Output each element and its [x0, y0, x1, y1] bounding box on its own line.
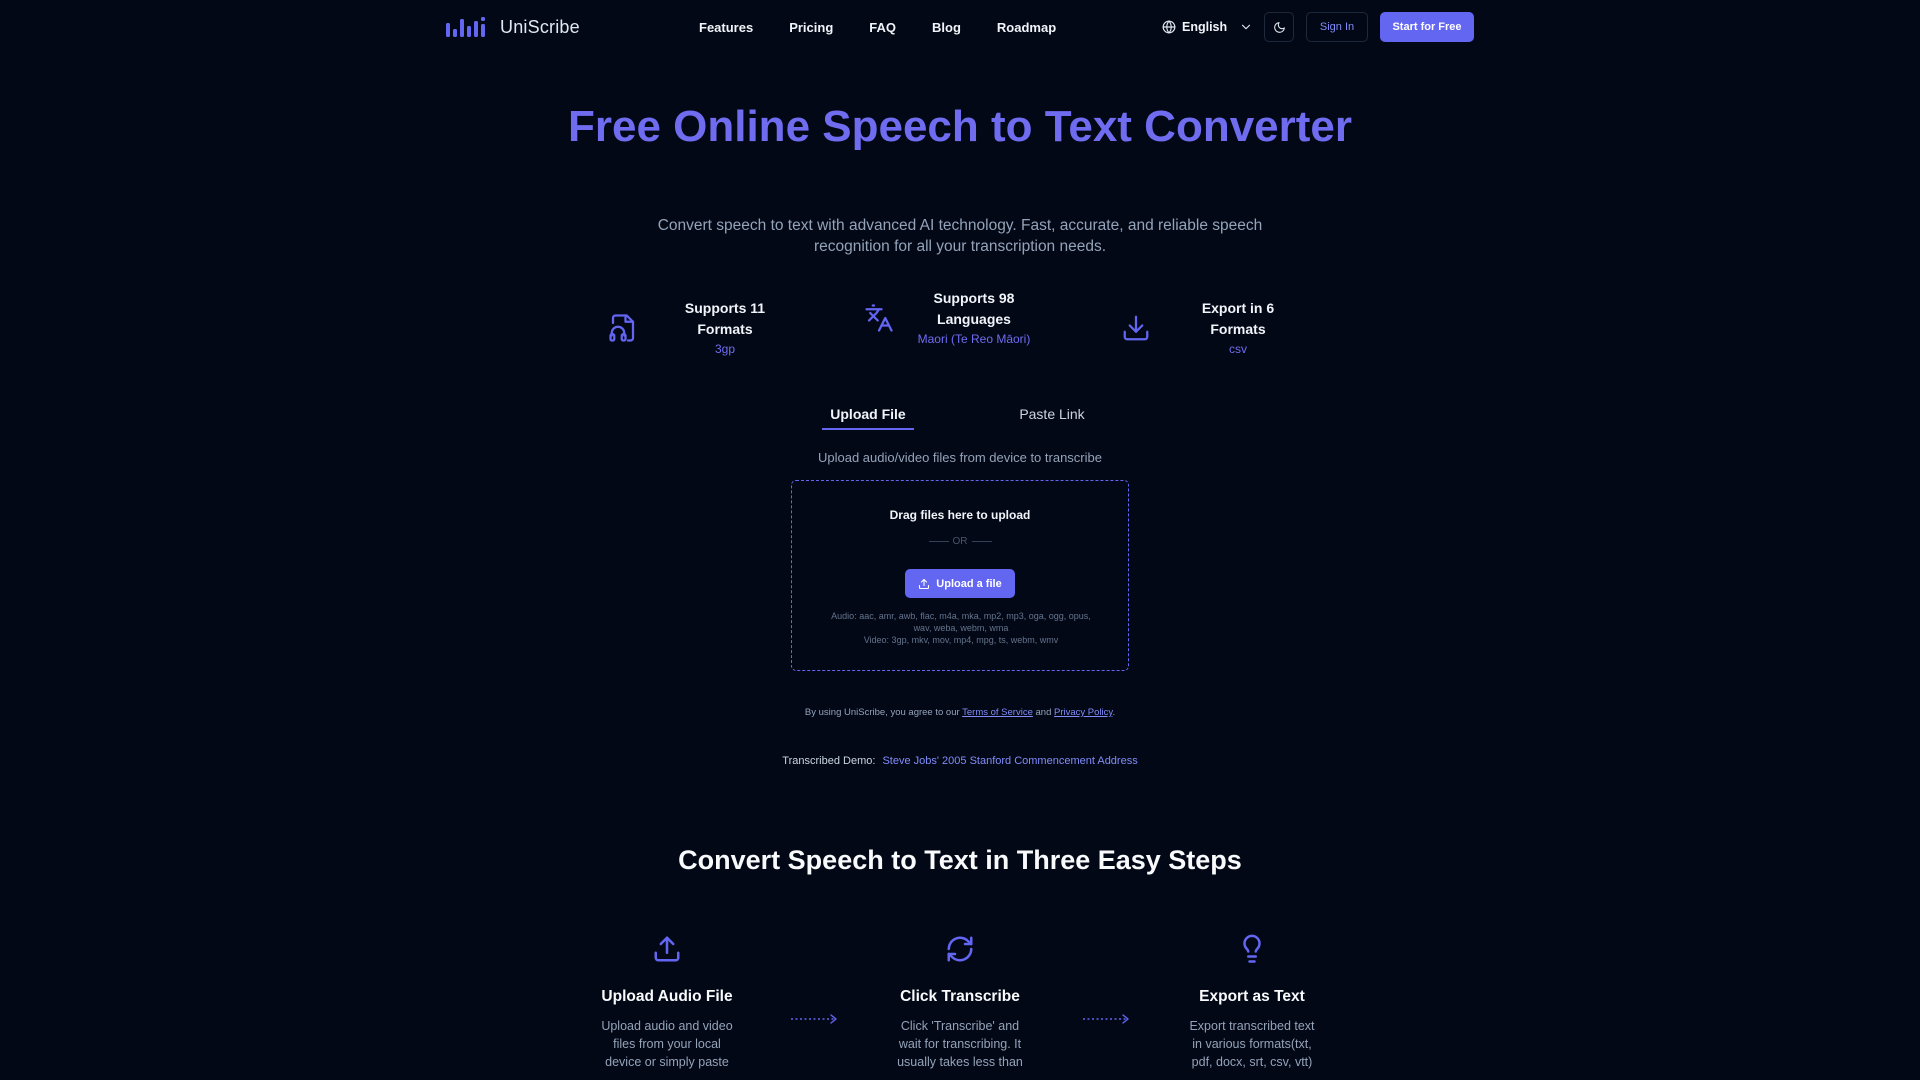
dotted-arrow-icon	[1083, 1014, 1129, 1024]
step-title: Export as Text	[1199, 988, 1305, 1005]
audio-file-icon	[609, 314, 635, 342]
translate-icon	[865, 304, 893, 332]
stat-export: Export in 6 Formats csv	[1121, 298, 1303, 358]
moon-icon	[1273, 21, 1285, 33]
steps-section-title: Convert Speech to Text in Three Easy Ste…	[678, 845, 1242, 875]
file-dropzone[interactable]: Drag files here to upload OR Upload a fi…	[791, 480, 1129, 671]
brand-name: UniScribe	[500, 16, 580, 37]
terms-prefix: By using UniScribe, you agree to our	[804, 707, 960, 718]
step-description: Click 'Transcribe' and wait for transcri…	[897, 1019, 1023, 1069]
language-label: English	[1182, 20, 1228, 34]
nav-roadmap[interactable]: Roadmap	[997, 20, 1056, 35]
step-upload: Upload Audio File Upload audio and video…	[592, 932, 742, 1071]
brand-logo[interactable]: UniScribe	[446, 13, 580, 41]
hero-subtitle: Convert speech to text with advanced AI …	[657, 217, 1263, 255]
terms-and: and	[1035, 707, 1052, 718]
audio-formats: Audio: aac, amr, awb, flac, m4a, mka, mp…	[831, 611, 1091, 633]
hero-title: Free Online Speech to Text Converter	[567, 102, 1353, 151]
language-selector[interactable]: English	[1162, 17, 1253, 37]
tab-paste-link[interactable]: Paste Link	[1002, 404, 1102, 430]
supported-formats: Audio: aac, amr, awb, flac, m4a, mka, mp…	[822, 610, 1100, 646]
globe-icon	[1162, 20, 1176, 34]
step-export: Export as Text Export transcribed text i…	[1177, 932, 1327, 1071]
stat-title: Export in 6 Formats	[1201, 300, 1275, 337]
nav-faq[interactable]: FAQ	[869, 20, 896, 35]
logo-icon	[446, 17, 485, 37]
demo-link[interactable]: Steve Jobs' 2005 Stanford Commencement A…	[882, 755, 1137, 767]
terms-of-service-link[interactable]: Terms of Service	[962, 707, 1033, 718]
stat-value: csv	[1229, 342, 1247, 356]
stat-formats: Supports 11 Formats 3gp	[608, 298, 792, 358]
refresh-icon	[947, 936, 973, 962]
step-title: Click Transcribe	[900, 988, 1020, 1005]
transcribed-demo: Transcribed Demo: Steve Jobs' 2005 Stanf…	[660, 755, 1260, 767]
download-icon	[1123, 315, 1149, 341]
or-label: OR	[952, 536, 968, 547]
nav-blog[interactable]: Blog	[932, 20, 961, 35]
step-description: Upload audio and video files from your l…	[601, 1019, 733, 1069]
step-description: Export transcribed text in various forma…	[1189, 1019, 1315, 1069]
upload-file-button[interactable]: Upload a file	[905, 569, 1015, 598]
divider-line	[928, 541, 949, 542]
divider-line	[971, 541, 992, 542]
main-nav: Features Pricing FAQ Blog Roadmap	[699, 0, 1056, 54]
terms-suffix: .	[1112, 707, 1116, 718]
step-title: Upload Audio File	[601, 988, 733, 1005]
stat-title: Supports 98 Languages	[933, 290, 1015, 327]
start-free-button[interactable]: Start for Free	[1380, 12, 1474, 42]
stat-value: Maori (Te Reo Māori)	[917, 332, 1031, 346]
upload-icon	[919, 578, 930, 589]
nav-features[interactable]: Features	[699, 20, 753, 35]
sign-in-button[interactable]: Sign In	[1306, 12, 1368, 42]
stat-value: 3gp	[714, 342, 736, 356]
dropzone-title: Drag files here to upload	[889, 508, 1031, 522]
or-divider: OR	[792, 536, 1128, 547]
demo-label: Transcribed Demo:	[782, 755, 876, 767]
upload-description: Upload audio/video files from device to …	[818, 450, 1102, 465]
theme-toggle-button[interactable]	[1264, 12, 1294, 42]
upload-icon	[654, 936, 680, 962]
stat-title: Supports 11 Formats	[684, 300, 766, 337]
dotted-arrow-icon	[791, 1014, 837, 1024]
tab-upload-file[interactable]: Upload File	[822, 404, 914, 430]
privacy-policy-link[interactable]: Privacy Policy	[1054, 707, 1112, 718]
site-header: UniScribe Features Pricing FAQ Blog Road…	[0, 0, 1920, 54]
step-transcribe: Click Transcribe Click 'Transcribe' and …	[885, 932, 1035, 1071]
terms-notice: By using UniScribe, you agree to our Ter…	[660, 707, 1260, 718]
video-formats: Video: 3gp, mkv, mov, mp4, mpg, ts, webm…	[863, 635, 1059, 645]
stat-languages: Supports 98 Languages Maori (Te Reo Māor…	[864, 288, 1038, 348]
chevron-down-icon	[1242, 24, 1251, 30]
lightbulb-icon	[1243, 934, 1261, 963]
nav-pricing[interactable]: Pricing	[789, 20, 833, 35]
upload-button-label: Upload a file	[936, 577, 1002, 590]
